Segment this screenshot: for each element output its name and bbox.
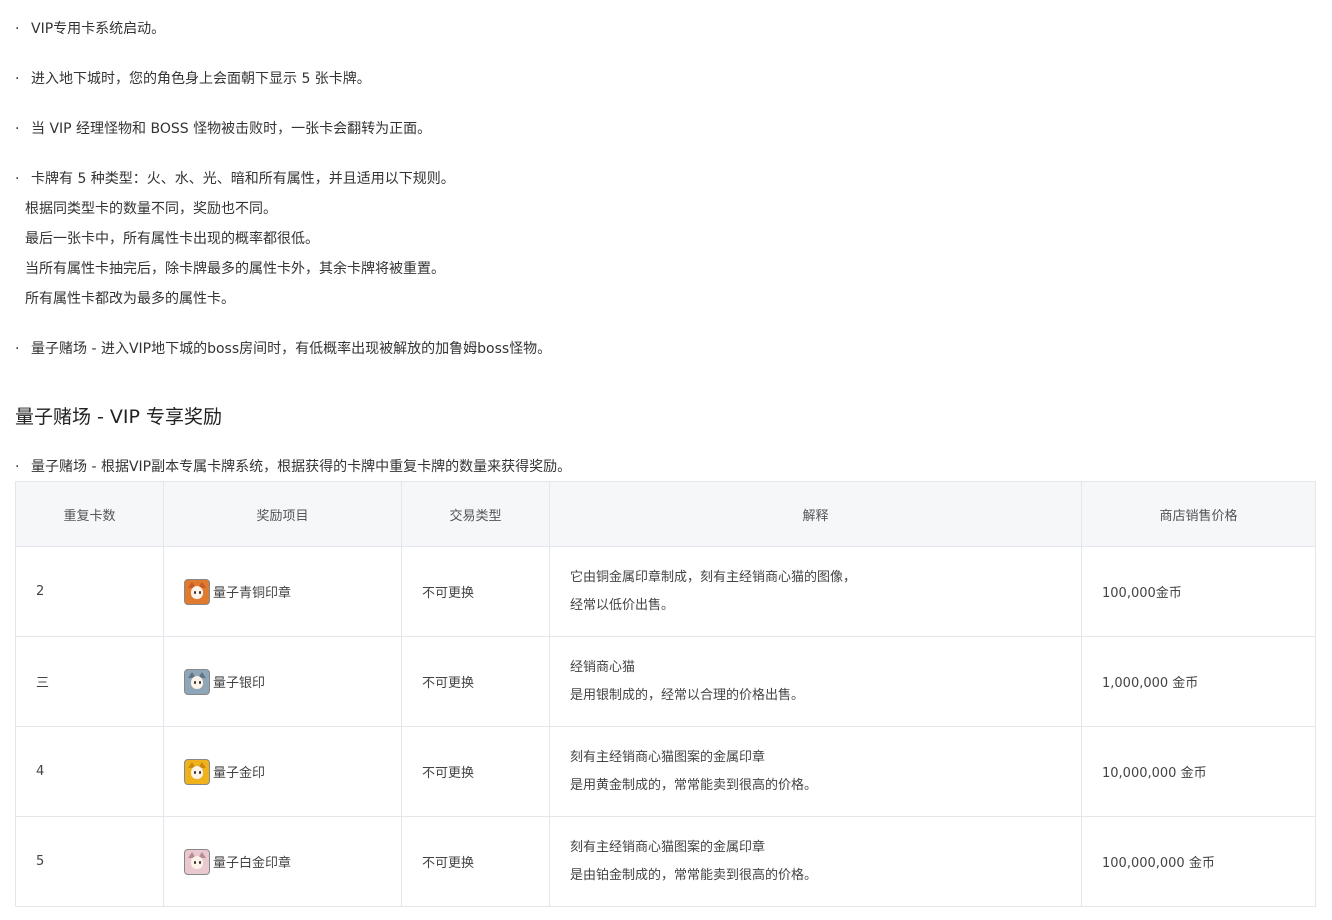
explanation-line: 刻有主经销商心猫图案的金属印章 xyxy=(570,749,766,765)
gold-seal-icon xyxy=(184,758,210,785)
trade-type-cell: 不可更换 xyxy=(401,726,550,817)
note-line: · 进入地下城时，您的角色身上会面朝下显示 5 张卡牌。 xyxy=(15,64,1315,94)
table-header-row: 重复卡数 奖励项目 交易类型 解释 商店销售价格 xyxy=(15,481,1316,547)
reward-item-name: 量子青铜印章 xyxy=(213,586,292,601)
note-line: · 卡牌有 5 种类型：火、水、光、暗和所有属性，并且适用以下规则。 xyxy=(15,164,1315,194)
table-row: 2 量子青铜印章 不可更换 它由铜金属印章制成，刻有主经销商心猫的图像， 经常以低价出售… xyxy=(15,546,1316,637)
trade-type-cell: 不可更换 xyxy=(401,636,550,727)
note-text: 进入地下城时，您的角色身上会面朝下显示 5 张卡牌。 xyxy=(31,71,371,87)
table-row: 三量子银印 不可更换 经销商心猫 是用银制成的，经常以合理的价格出售。 1,000,00… xyxy=(15,636,1316,727)
note-item: · 卡牌有 5 种类型：火、水、光、暗和所有属性，并且适用以下规则。根据同类型卡的… xyxy=(15,164,1315,314)
reward-item-cell: 量子青铜印章 xyxy=(163,546,402,637)
section-title: 量子赌场 - VIP 专享奖励 xyxy=(15,406,223,428)
explanation-line: 刻有主经销商心猫图案的金属印章 xyxy=(570,839,766,855)
bullet-dot: · xyxy=(15,459,20,475)
shop-price-cell: 100,000金币 xyxy=(1081,546,1316,637)
header-dup-count: 重复卡数 xyxy=(15,481,164,547)
explanation-line: 经销商心猫 xyxy=(570,659,636,675)
explanation-cell: 刻有主经销商心猫图案的金属印章是用黄金制成的，常常能卖到很高的价格。 xyxy=(549,726,1082,817)
explanation-line: 它由铜金属印章制成，刻有主经销商心猫的图像， xyxy=(570,569,857,585)
reward-item-name: 量子银印 xyxy=(213,676,266,691)
dup-count-cell: 2 xyxy=(15,546,164,637)
intro-note: · 量子赌场 - 根据VIP副本专属卡牌系统，根据获得的卡牌中重复卡牌的数量来获得… xyxy=(15,455,571,479)
intro-text: 量子赌场 - 根据VIP副本专属卡牌系统，根据获得的卡牌中重复卡牌的数量来获得奖… xyxy=(31,459,572,475)
shop-price-cell: 1,000,000 金币 xyxy=(1081,636,1316,727)
explanation-line: 是用银制成的，经常以合理的价格出售。 xyxy=(570,687,805,703)
bullet-dot: · xyxy=(15,341,20,357)
table-row: 5 量子白金印章 不可更换 刻有主经销商心猫图案的金属印章 是由铂金制成的，常常能卖到很… xyxy=(15,816,1316,907)
table-row: 4 量子金印 不可更换 刻有主经销商心猫图案的金属印章 是用黄金制成的，常常能卖到很高的… xyxy=(15,726,1316,817)
note-line: · 当 VIP 经理怪物和 BOSS 怪物被击败时，一张卡会翻转为正面。 xyxy=(15,114,1315,144)
shop-price-cell: 10,000,000 金币 xyxy=(1081,726,1316,817)
reward-item-cell: 量子白金印章 xyxy=(163,816,402,907)
note-subline: 最后一张卡中，所有属性卡出现的概率都很低。 xyxy=(25,231,319,247)
header-trade-type: 交易类型 xyxy=(401,481,550,547)
note-text: VIP专用卡系统启动。 xyxy=(31,21,166,37)
bronze-seal-icon xyxy=(184,578,210,605)
reward-item: 量子白金印章 xyxy=(184,848,381,875)
header-explanation: 解释 xyxy=(549,481,1082,547)
dup-count-cell: 5 xyxy=(15,816,164,907)
reward-item-name: 量子金印 xyxy=(213,766,266,781)
note-line: · VIP专用卡系统启动。 xyxy=(15,14,1315,44)
note-item: · 量子赌场 - 进入VIP地下城的boss房间时，有低概率出现被解放的加鲁姆bo… xyxy=(15,334,1315,364)
note-text: 量子赌场 - 进入VIP地下城的boss房间时，有低概率出现被解放的加鲁姆bos… xyxy=(31,341,552,357)
trade-type-cell: 不可更换 xyxy=(401,546,550,637)
note-subline: 根据同类型卡的数量不同，奖励也不同。 xyxy=(25,201,277,217)
explanation-cell: 它由铜金属印章制成，刻有主经销商心猫的图像， 经常以低价出售。 xyxy=(549,546,1082,637)
reward-item-cell: 量子金印 xyxy=(163,726,402,817)
bullet-dot: · xyxy=(15,21,20,37)
platinum-seal-icon xyxy=(184,848,210,875)
reward-item-cell: 量子银印 xyxy=(163,636,402,727)
reward-item: 量子银印 xyxy=(184,668,381,695)
explanation-line: 经常以低价出售。 xyxy=(570,597,675,613)
note-subline: 所有属性卡都改为最多的属性卡。 xyxy=(25,291,235,307)
header-shop-price: 商店销售价格 xyxy=(1081,481,1316,547)
trade-type-cell: 不可更换 xyxy=(401,816,550,907)
note-item: · 当 VIP 经理怪物和 BOSS 怪物被击败时，一张卡会翻转为正面。 xyxy=(15,114,1315,144)
silver-seal-icon xyxy=(184,668,210,695)
reward-item: 量子青铜印章 xyxy=(184,578,381,605)
note-text: 当 VIP 经理怪物和 BOSS 怪物被击败时，一张卡会翻转为正面。 xyxy=(31,121,432,137)
explanation-line: 是用黄金制成的，常常能卖到很高的价格。 xyxy=(570,777,818,793)
note-item: · 进入地下城时，您的角色身上会面朝下显示 5 张卡牌。 xyxy=(15,64,1315,94)
explanation-cell: 经销商心猫是用银制成的，经常以合理的价格出售。 xyxy=(549,636,1082,727)
note-text: 卡牌有 5 种类型：火、水、光、暗和所有属性，并且适用以下规则。 xyxy=(31,171,455,187)
dup-count-cell: 4 xyxy=(15,726,164,817)
explanation-line: 是由铂金制成的，常常能卖到很高的价格。 xyxy=(570,867,818,883)
dup-count-cell: 三 xyxy=(15,636,164,727)
bullet-dot: · xyxy=(15,71,20,87)
note-line: · 量子赌场 - 进入VIP地下城的boss房间时，有低概率出现被解放的加鲁姆bo… xyxy=(15,334,1315,364)
note-subline: 当所有属性卡抽完后，除卡牌最多的属性卡外，其余卡牌将被重置。 xyxy=(25,261,445,277)
reward-item-name: 量子白金印章 xyxy=(213,856,292,871)
note-item: · VIP专用卡系统启动。 xyxy=(15,14,1315,44)
notes-list: · VIP专用卡系统启动。 · 进入地下城时，您的角色身上会面朝下显示 5 张卡牌。 ·… xyxy=(15,14,1315,384)
bullet-dot: · xyxy=(15,171,20,187)
rewards-table: 重复卡数 奖励项目 交易类型 解释 商店销售价格 2 量子青铜印章 不可更换 它由铜金… xyxy=(15,481,1316,907)
reward-item: 量子金印 xyxy=(184,758,381,785)
bullet-dot: · xyxy=(15,121,20,137)
shop-price-cell: 100,000,000 金币 xyxy=(1081,816,1316,907)
header-reward-item: 奖励项目 xyxy=(163,481,402,547)
explanation-cell: 刻有主经销商心猫图案的金属印章是由铂金制成的，常常能卖到很高的价格。 xyxy=(549,816,1082,907)
